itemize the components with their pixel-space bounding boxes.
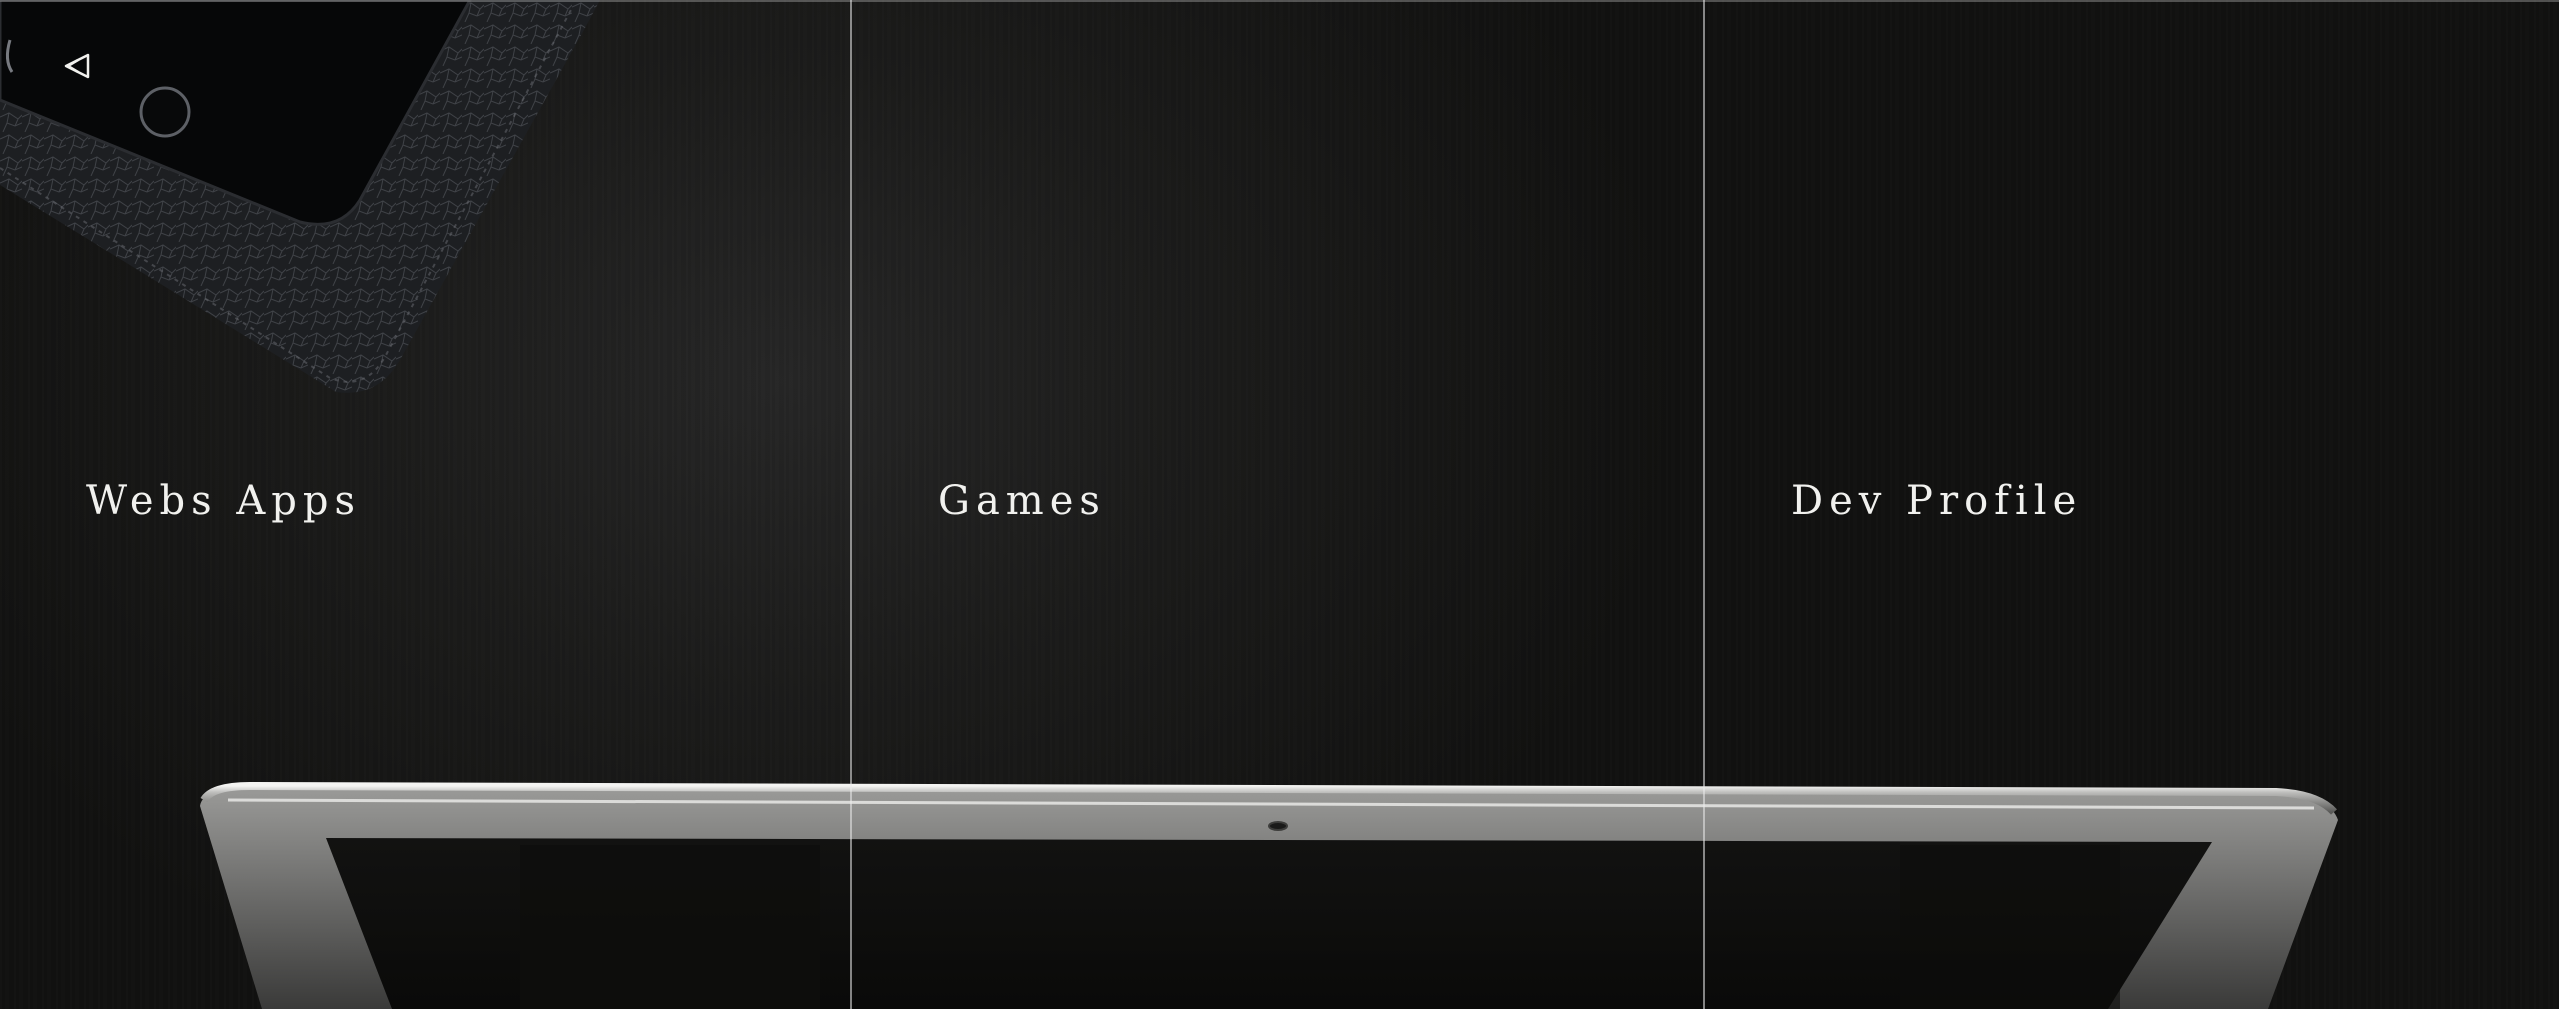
panel-label-web-apps[interactable]: Webs Apps [86, 478, 361, 524]
panel-games[interactable]: Games [852, 0, 1703, 1009]
panel-web-apps[interactable]: Webs Apps [0, 0, 851, 1009]
panel-label-games[interactable]: Games [938, 478, 1106, 524]
landing-page: Webs Apps Games Dev Profile [0, 0, 2559, 1009]
panel-dev-profile[interactable]: Dev Profile [1705, 0, 2559, 1009]
panel-label-dev-profile[interactable]: Dev Profile [1791, 478, 2082, 524]
